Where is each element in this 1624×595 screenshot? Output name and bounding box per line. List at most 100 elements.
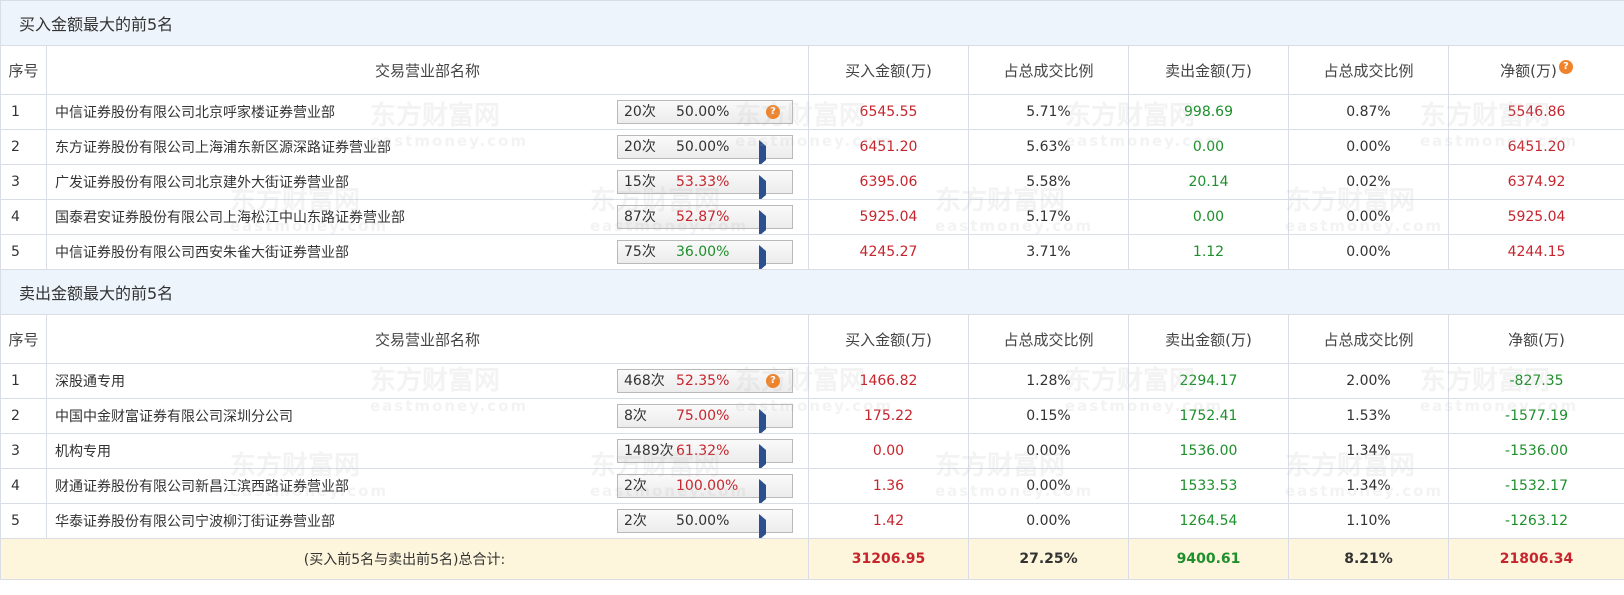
broker-name[interactable]: 中信证券股份有限公司西安朱雀大街证券营业部 bbox=[55, 242, 349, 262]
buy-ratio: 5.58% bbox=[968, 164, 1129, 200]
net-amount: -827.35 bbox=[1447, 363, 1624, 399]
broker-name[interactable]: 财通证券股份有限公司新昌江滨西路证券营业部 bbox=[55, 476, 349, 496]
broker-name[interactable]: 深股通专用 bbox=[55, 371, 125, 391]
net-amount: 4244.15 bbox=[1447, 234, 1624, 270]
buy-header-row: 序号 交易营业部名称 买入金额(万) 占总成交比例 卖出金额(万) 占总成交比例… bbox=[0, 45, 1624, 95]
buy-ratio: 3.71% bbox=[968, 234, 1129, 270]
play-icon[interactable] bbox=[759, 409, 780, 433]
play-icon[interactable] bbox=[759, 175, 780, 199]
row-number: 2 bbox=[0, 398, 47, 434]
sell-amount: 1536.00 bbox=[1128, 433, 1289, 469]
sell-amount: 1264.54 bbox=[1128, 503, 1289, 539]
col-header-no: 序号 bbox=[0, 314, 47, 364]
row-number: 3 bbox=[0, 164, 47, 200]
col-header-sell-ratio: 占总成交比例 bbox=[1288, 45, 1449, 95]
col-header-net: 净额(万)? bbox=[1447, 45, 1624, 95]
total-sell: 9400.61 bbox=[1128, 538, 1289, 580]
col-header-sell-ratio: 占总成交比例 bbox=[1288, 314, 1449, 364]
broker-name[interactable]: 东方证券股份有限公司上海浦东新区源深路证券营业部 bbox=[55, 137, 391, 157]
history-stats-button[interactable]: 468次 52.35%? bbox=[617, 369, 793, 393]
net-amount: -1263.12 bbox=[1447, 503, 1624, 539]
question-icon[interactable]: ? bbox=[1558, 59, 1573, 74]
broker-name[interactable]: 广发证券股份有限公司北京建外大街证券营业部 bbox=[55, 172, 349, 192]
col-header-no: 序号 bbox=[0, 45, 47, 95]
broker-name[interactable]: 华泰证券股份有限公司宁波柳汀街证券营业部 bbox=[55, 511, 335, 531]
sell-amount: 0.00 bbox=[1128, 129, 1289, 165]
net-amount: -1532.17 bbox=[1447, 468, 1624, 504]
history-stats-button[interactable]: 2次 100.00% bbox=[617, 474, 793, 503]
col-header-buy-ratio: 占总成交比例 bbox=[968, 45, 1129, 95]
rise-probability: 52.87% bbox=[676, 209, 730, 225]
buy-ratio: 0.15% bbox=[968, 398, 1129, 434]
row-number: 1 bbox=[0, 363, 47, 399]
buy-amount: 175.22 bbox=[808, 398, 969, 434]
broker-cell: 华泰证券股份有限公司宁波柳汀街证券营业部 2次 50.00% bbox=[46, 503, 809, 539]
broker-cell: 中信证券股份有限公司西安朱雀大街证券营业部 75次 36.00% bbox=[46, 234, 809, 270]
col-header-sell: 卖出金额(万) bbox=[1128, 45, 1289, 95]
broker-cell: 财通证券股份有限公司新昌江滨西路证券营业部 2次 100.00% bbox=[46, 468, 809, 504]
question-icon[interactable]: ? bbox=[766, 105, 780, 119]
col-header-buy: 买入金额(万) bbox=[808, 45, 969, 95]
net-amount: 5546.86 bbox=[1447, 94, 1624, 130]
table-row: 3 广发证券股份有限公司北京建外大街证券营业部 15次 53.33% 6395.06 5.… bbox=[0, 164, 1624, 200]
history-stats-button[interactable]: 1489次 61.32% bbox=[617, 439, 793, 468]
col-header-net: 净额(万) bbox=[1447, 314, 1624, 364]
history-stats-button[interactable]: 8次 75.00% bbox=[617, 404, 793, 433]
net-amount: 6374.92 bbox=[1447, 164, 1624, 200]
rise-probability: 50.00% bbox=[676, 139, 730, 155]
history-stats-button[interactable]: 87次 52.87% bbox=[617, 205, 793, 234]
col-header-name: 交易营业部名称 bbox=[46, 314, 809, 364]
rise-probability: 50.00% bbox=[676, 104, 730, 120]
total-row: (买入前5名与卖出前5名)总合计: 31206.95 27.25% 9400.6… bbox=[0, 538, 1624, 580]
table-row: 2 东方证券股份有限公司上海浦东新区源深路证券营业部 20次 50.00% 6451.2… bbox=[0, 129, 1624, 165]
buy-ratio: 1.28% bbox=[968, 363, 1129, 399]
appear-count: 2次 bbox=[624, 478, 647, 494]
net-amount: -1577.19 bbox=[1447, 398, 1624, 434]
sell-ratio: 0.02% bbox=[1288, 164, 1449, 200]
sell-ratio: 0.00% bbox=[1288, 199, 1449, 235]
rise-probability: 53.33% bbox=[676, 174, 730, 190]
play-icon[interactable] bbox=[759, 140, 780, 164]
table-row: 2 中国中金财富证券有限公司深圳分公司 8次 75.00% 175.22 0.15% 175… bbox=[0, 398, 1624, 434]
rise-probability: 75.00% bbox=[676, 408, 730, 424]
broker-name[interactable]: 机构专用 bbox=[55, 441, 111, 461]
net-amount: 5925.04 bbox=[1447, 199, 1624, 235]
history-stats-button[interactable]: 20次 50.00% bbox=[617, 135, 793, 164]
buy-amount: 6545.55 bbox=[808, 94, 969, 130]
table-row: 4 财通证券股份有限公司新昌江滨西路证券营业部 2次 100.00% 1.36 0.00%… bbox=[0, 468, 1624, 504]
row-number: 4 bbox=[0, 199, 47, 235]
broker-name[interactable]: 国泰君安证券股份有限公司上海松江中山东路证券营业部 bbox=[55, 207, 405, 227]
broker-cell: 广发证券股份有限公司北京建外大街证券营业部 15次 53.33% bbox=[46, 164, 809, 200]
appear-count: 2次 bbox=[624, 513, 647, 529]
sell-ratio: 1.34% bbox=[1288, 433, 1449, 469]
broker-cell: 东方证券股份有限公司上海浦东新区源深路证券营业部 20次 50.00% bbox=[46, 129, 809, 165]
buy-ratio: 5.17% bbox=[968, 199, 1129, 235]
play-icon[interactable] bbox=[759, 245, 780, 269]
sell-ratio: 1.10% bbox=[1288, 503, 1449, 539]
col-header-buy: 买入金额(万) bbox=[808, 314, 969, 364]
play-icon[interactable] bbox=[759, 444, 780, 468]
history-stats-button[interactable]: 15次 53.33% bbox=[617, 170, 793, 199]
appear-count: 1489次 bbox=[624, 443, 674, 459]
sell-ratio: 1.34% bbox=[1288, 468, 1449, 504]
history-stats-button[interactable]: 2次 50.00% bbox=[617, 509, 793, 538]
broker-name[interactable]: 中信证券股份有限公司北京呼家楼证券营业部 bbox=[55, 102, 335, 122]
play-icon[interactable] bbox=[759, 210, 780, 234]
appear-count: 8次 bbox=[624, 408, 647, 424]
table-row: 4 国泰君安证券股份有限公司上海松江中山东路证券营业部 87次 52.87% 5925.… bbox=[0, 199, 1624, 235]
appear-count: 20次 bbox=[624, 139, 656, 155]
history-stats-button[interactable]: 75次 36.00% bbox=[617, 240, 793, 269]
play-icon[interactable] bbox=[759, 479, 780, 503]
buy-ratio: 5.63% bbox=[968, 129, 1129, 165]
lhb-page: 买入金额最大的前5名 序号 交易营业部名称 买入金额(万) 占总成交比例 卖出金… bbox=[0, 0, 1624, 595]
sell-ratio: 1.53% bbox=[1288, 398, 1449, 434]
broker-cell: 机构专用 1489次 61.32% bbox=[46, 433, 809, 469]
buy-amount: 1466.82 bbox=[808, 363, 969, 399]
play-icon[interactable] bbox=[759, 514, 780, 538]
buy-ratio: 5.71% bbox=[968, 94, 1129, 130]
appear-count: 87次 bbox=[624, 209, 656, 225]
history-stats-button[interactable]: 20次 50.00%? bbox=[617, 100, 793, 124]
sell-amount: 1533.53 bbox=[1128, 468, 1289, 504]
question-icon[interactable]: ? bbox=[766, 374, 780, 388]
broker-name[interactable]: 中国中金财富证券有限公司深圳分公司 bbox=[55, 406, 293, 426]
